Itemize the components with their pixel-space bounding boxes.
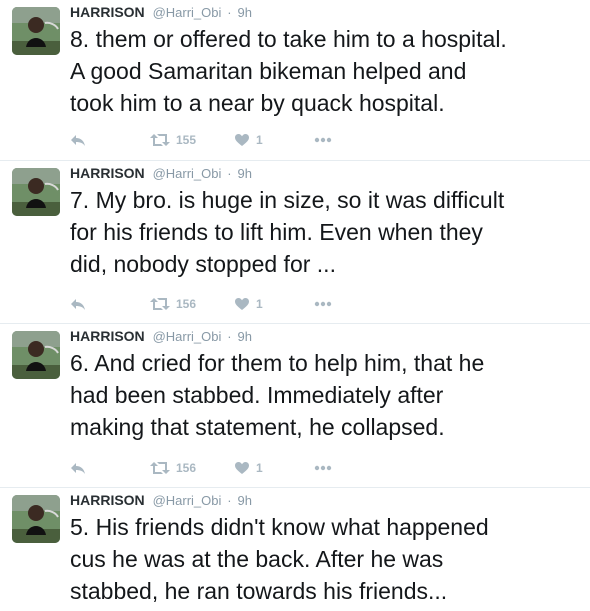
- retweet-count: 155: [176, 133, 197, 147]
- separator-dot: ·: [227, 329, 232, 344]
- more-button[interactable]: [314, 130, 332, 150]
- like-button[interactable]: 1: [234, 458, 263, 478]
- heart-icon: [235, 462, 249, 474]
- heart-icon: [235, 134, 249, 146]
- tweet-text-line: 5. His friends didn't know what happened: [70, 514, 489, 540]
- tweet[interactable]: HARRISON @Harri_Obi · 9h 6. And cried fo…: [0, 324, 590, 488]
- timestamp[interactable]: 9h: [238, 166, 252, 181]
- avatar-image: [12, 7, 60, 55]
- reply-icon: [71, 135, 85, 146]
- tweet-header: HARRISON @Harri_Obi · 9h: [70, 491, 252, 509]
- tweet-actions: 156 1: [70, 458, 370, 478]
- reply-button[interactable]: [70, 130, 86, 150]
- retweet-count: 156: [176, 297, 197, 311]
- retweet-icon: [150, 298, 170, 310]
- more-dots-icon: [314, 465, 332, 471]
- tweet-text-line: did, nobody stopped for ...: [70, 251, 336, 277]
- author-name[interactable]: HARRISON: [70, 4, 145, 20]
- reply-button[interactable]: [70, 294, 86, 314]
- tweet-text-line: cus he was at the back. After he was: [70, 546, 444, 572]
- tweet-header: HARRISON @Harri_Obi · 9h: [70, 327, 252, 345]
- avatar[interactable]: [12, 168, 60, 216]
- like-count: 1: [256, 297, 263, 311]
- like-button[interactable]: 1: [234, 294, 263, 314]
- tweet-text: 7. My bro. is huge in size, so it was di…: [70, 184, 585, 280]
- tweet-text: 5. His friends didn't know what happened…: [70, 511, 585, 607]
- tweet[interactable]: HARRISON @Harri_Obi · 9h 7. My bro. is h…: [0, 161, 590, 324]
- avatar-image: [12, 495, 60, 543]
- tweet-header: HARRISON @Harri_Obi · 9h: [70, 3, 252, 21]
- author-handle[interactable]: @Harri_Obi: [153, 5, 222, 20]
- author-name[interactable]: HARRISON: [70, 328, 145, 344]
- heart-icon: [235, 298, 249, 310]
- tweet-header: HARRISON @Harri_Obi · 9h: [70, 164, 252, 182]
- tweet-feed: HARRISON @Harri_Obi · 9h 8. them or offe…: [0, 0, 590, 611]
- reply-button[interactable]: [70, 458, 86, 478]
- tweet-text-line: 7. My bro. is huge in size, so it was di…: [70, 187, 505, 213]
- avatar-image: [12, 168, 60, 216]
- retweet-button[interactable]: 156: [150, 458, 196, 478]
- retweet-icon: [150, 134, 170, 146]
- more-dots-icon: [314, 301, 332, 307]
- more-dots-icon: [314, 137, 332, 143]
- tweet[interactable]: HARRISON @Harri_Obi · 9h 8. them or offe…: [0, 0, 590, 161]
- like-count: 1: [256, 133, 263, 147]
- separator-dot: ·: [227, 493, 232, 508]
- tweet-actions: 155 1: [70, 130, 370, 150]
- tweet[interactable]: HARRISON @Harri_Obi · 9h 5. His friends …: [0, 488, 590, 611]
- reply-icon: [71, 463, 85, 474]
- author-handle[interactable]: @Harri_Obi: [153, 166, 222, 181]
- separator-dot: ·: [227, 5, 232, 20]
- avatar[interactable]: [12, 495, 60, 543]
- retweet-button[interactable]: 155: [150, 130, 196, 150]
- retweet-count: 156: [176, 461, 197, 475]
- timestamp[interactable]: 9h: [238, 5, 252, 20]
- avatar[interactable]: [12, 331, 60, 379]
- timestamp[interactable]: 9h: [238, 493, 252, 508]
- tweet-text-line: 6. And cried for them to help him, that …: [70, 350, 485, 376]
- author-handle[interactable]: @Harri_Obi: [153, 329, 222, 344]
- like-button[interactable]: 1: [234, 130, 263, 150]
- separator-dot: ·: [227, 166, 232, 181]
- like-count: 1: [256, 461, 263, 475]
- retweet-button[interactable]: 156: [150, 294, 196, 314]
- more-button[interactable]: [314, 294, 332, 314]
- tweet-text: 6. And cried for them to help him, that …: [70, 347, 585, 443]
- avatar[interactable]: [12, 7, 60, 55]
- tweet-actions: 156 1: [70, 294, 370, 314]
- tweet-text-line: A good Samaritan bikeman helped and: [70, 58, 467, 84]
- tweet-text-line: for his friends to lift him. Even when t…: [70, 219, 483, 245]
- author-name[interactable]: HARRISON: [70, 492, 145, 508]
- tweet-text-line: making that statement, he collapsed.: [70, 414, 445, 440]
- tweet-text-line: stabbed, he ran towards his friends...: [70, 578, 448, 604]
- tweet-text-line: 8. them or offered to take him to a hosp…: [70, 26, 507, 52]
- tweet-text-line: took him to a near by quack hospital.: [70, 90, 445, 116]
- more-button[interactable]: [314, 458, 332, 478]
- timestamp[interactable]: 9h: [238, 329, 252, 344]
- avatar-image: [12, 331, 60, 379]
- author-handle[interactable]: @Harri_Obi: [153, 493, 222, 508]
- reply-icon: [71, 299, 85, 310]
- author-name[interactable]: HARRISON: [70, 165, 145, 181]
- retweet-icon: [150, 462, 170, 474]
- tweet-text-line: had been stabbed. Immediately after: [70, 382, 444, 408]
- tweet-text: 8. them or offered to take him to a hosp…: [70, 23, 585, 119]
